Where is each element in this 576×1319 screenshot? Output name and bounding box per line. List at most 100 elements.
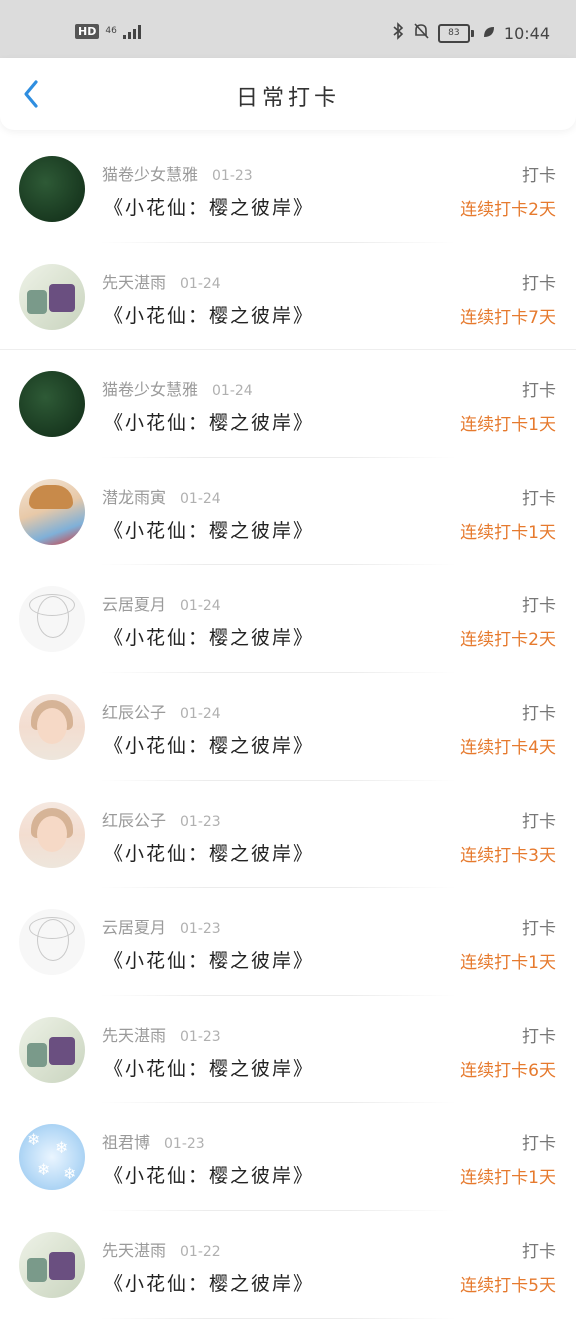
girl-avatar[interactable] xyxy=(19,801,85,868)
book-title[interactable]: 《小花仙：樱之彼岸》 xyxy=(104,1269,314,1296)
list-item[interactable]: 云居夏月 01-24 《小花仙：樱之彼岸》 打卡连续打卡2天 xyxy=(0,565,576,673)
checkin-label: 打卡 xyxy=(522,811,556,832)
checkin-label: 打卡 xyxy=(522,381,556,402)
author-name[interactable]: 云居夏月 01-23 xyxy=(102,914,221,938)
checkin-date: 01-24 xyxy=(180,705,221,722)
list-item[interactable]: 先天湛雨 01-23 《小花仙：樱之彼岸》 打卡连续打卡6天 xyxy=(0,996,576,1104)
book-title[interactable]: 《小花仙：樱之彼岸》 xyxy=(104,623,314,650)
streak-count: 连续打卡1天 xyxy=(460,953,556,974)
list-item[interactable]: 猫卷少女慧雅 01-24 《小花仙：樱之彼岸》 打卡连续打卡1天 xyxy=(0,350,576,458)
streak-count: 连续打卡2天 xyxy=(460,630,556,651)
author-label[interactable]: 红辰公子 xyxy=(102,703,166,722)
book-title[interactable]: 《小花仙：樱之彼岸》 xyxy=(104,516,314,543)
book-title[interactable]: 《小花仙：樱之彼岸》 xyxy=(104,946,314,973)
checkin-date: 01-23 xyxy=(180,813,221,830)
streak-count: 连续打卡1天 xyxy=(460,522,556,543)
bags-avatar[interactable] xyxy=(19,1231,85,1298)
checkin-label: 打卡 xyxy=(522,596,556,617)
streak-count: 连续打卡6天 xyxy=(460,1060,556,1081)
checkin-label: 打卡 xyxy=(522,273,556,294)
battery-level: 83 xyxy=(437,23,470,43)
checkin-date: 01-23 xyxy=(180,921,221,938)
list-item[interactable]: 先天湛雨 01-22 《小花仙：樱之彼岸》 打卡连续打卡5天 xyxy=(0,1211,576,1319)
author-label[interactable]: 先天湛雨 xyxy=(102,1026,166,1045)
checkin-label: 打卡 xyxy=(522,1026,556,1047)
list-item[interactable]: 云居夏月 01-23 《小花仙：樱之彼岸》 打卡连续打卡1天 xyxy=(0,888,576,996)
author-label[interactable]: 先天湛雨 xyxy=(102,273,166,292)
author-label[interactable]: 猫卷少女慧雅 xyxy=(102,380,198,399)
list-item[interactable]: 红辰公子 01-23 《小花仙：樱之彼岸》 打卡连续打卡3天 xyxy=(0,781,576,889)
bags-avatar[interactable] xyxy=(19,1016,85,1083)
dark-forest-avatar[interactable] xyxy=(19,156,85,222)
sketch-avatar[interactable] xyxy=(19,909,85,976)
author-name[interactable]: 红辰公子 01-24 xyxy=(102,699,221,723)
hd-badge: HD xyxy=(75,24,100,39)
streak-count: 连续打卡1天 xyxy=(460,1168,556,1189)
author-label[interactable]: 猫卷少女慧雅 xyxy=(102,165,198,184)
checkin-date: 01-22 xyxy=(180,1243,221,1260)
clock-time: 10:44 xyxy=(503,23,550,43)
divider xyxy=(100,1317,456,1319)
header: 日常打卡 xyxy=(0,58,576,130)
author-name[interactable]: 云居夏月 01-24 xyxy=(102,591,221,615)
list-item[interactable]: 猫卷少女慧雅 01-23 《小花仙：樱之彼岸》 打卡 连续打卡2天 xyxy=(0,135,576,243)
author-label[interactable]: 潜龙雨寅 xyxy=(102,488,166,507)
mute-bell-icon xyxy=(412,22,430,44)
author-name[interactable]: 猫卷少女慧雅 01-23 xyxy=(102,161,253,185)
author-label[interactable]: 云居夏月 xyxy=(102,595,166,614)
list-item[interactable]: ❄ ❄ ❄ ❄ 祖君博 01-23 《小花仙：樱之彼岸》 打卡连续打卡1天 xyxy=(0,1103,576,1211)
author-label[interactable]: 先天湛雨 xyxy=(102,1241,166,1260)
author-label[interactable]: 红辰公子 xyxy=(102,811,166,830)
girl-avatar[interactable] xyxy=(19,693,85,760)
page-title: 日常打卡 xyxy=(235,86,340,111)
book-title[interactable]: 《小花仙：樱之彼岸》 xyxy=(104,839,314,866)
checkin-date: 01-23 xyxy=(164,1136,205,1153)
book-title[interactable]: 《小花仙：樱之彼岸》 xyxy=(104,1161,314,1188)
status-bar: HD 46 83 10:44 xyxy=(0,0,576,58)
snowflake-avatar[interactable]: ❄ ❄ ❄ ❄ xyxy=(19,1124,85,1191)
checkin-label: 打卡 xyxy=(522,703,556,724)
author-name[interactable]: 先天湛雨 01-24 xyxy=(102,269,221,293)
streak-count: 连续打卡1天 xyxy=(460,415,556,436)
streak-count: 连续打卡4天 xyxy=(460,737,556,758)
checkin-date: 01-24 xyxy=(212,383,253,400)
streak-count: 连续打卡7天 xyxy=(460,307,556,328)
checkin-date: 01-24 xyxy=(180,490,221,507)
checkin-label: 打卡 xyxy=(522,1241,556,1262)
dark-forest-avatar[interactable] xyxy=(19,371,85,438)
author-name[interactable]: 猫卷少女慧雅 01-24 xyxy=(102,376,253,400)
sketch-avatar[interactable] xyxy=(19,586,85,653)
book-title[interactable]: 《小花仙：樱之彼岸》 xyxy=(104,731,314,758)
checkin-date: 01-24 xyxy=(180,598,221,615)
checkin-date: 01-23 xyxy=(180,1028,221,1045)
list-item[interactable]: 先天湛雨 01-24 《小花仙：樱之彼岸》 打卡连续打卡7天 xyxy=(0,243,576,351)
book-title[interactable]: 《小花仙：樱之彼岸》 xyxy=(104,1054,314,1081)
author-name[interactable]: 先天湛雨 01-23 xyxy=(102,1022,221,1046)
checkin-label: 打卡 xyxy=(522,919,556,940)
author-name[interactable]: 红辰公子 01-23 xyxy=(102,807,221,831)
checkin-date: 01-24 xyxy=(180,275,221,292)
boy-avatar[interactable] xyxy=(19,478,85,545)
author-name[interactable]: 祖君博 01-23 xyxy=(102,1129,205,1153)
streak-count: 连续打卡5天 xyxy=(460,1275,556,1296)
checkin-list: 猫卷少女慧雅 01-23 《小花仙：樱之彼岸》 打卡 连续打卡2天 先天湛雨 01-24 《小… xyxy=(0,135,576,1319)
signal-icon xyxy=(122,24,141,39)
book-title[interactable]: 《小花仙：樱之彼岸》 xyxy=(104,301,314,328)
network-type: 46 xyxy=(105,26,117,36)
checkin-label: 打卡 xyxy=(522,1134,556,1155)
checkin-date: 01-23 xyxy=(212,168,253,184)
book-title[interactable]: 《小花仙：樱之彼岸》 xyxy=(104,408,314,435)
streak-count: 连续打卡3天 xyxy=(460,845,556,866)
author-name[interactable]: 潜龙雨寅 01-24 xyxy=(102,484,221,508)
list-item[interactable]: 潜龙雨寅 01-24 《小花仙：樱之彼岸》 打卡连续打卡1天 xyxy=(0,458,576,566)
bags-avatar[interactable] xyxy=(19,263,85,330)
leaf-icon xyxy=(482,24,496,43)
battery-icon: 83 xyxy=(437,23,474,43)
book-title[interactable]: 《小花仙：樱之彼岸》 xyxy=(104,193,314,220)
author-name[interactable]: 先天湛雨 01-22 xyxy=(102,1237,221,1261)
checkin-label: 打卡 xyxy=(522,488,556,509)
author-label[interactable]: 云居夏月 xyxy=(102,918,166,937)
list-item[interactable]: 红辰公子 01-24 《小花仙：樱之彼岸》 打卡连续打卡4天 xyxy=(0,673,576,781)
author-label[interactable]: 祖君博 xyxy=(102,1133,150,1152)
bluetooth-icon xyxy=(392,22,404,44)
